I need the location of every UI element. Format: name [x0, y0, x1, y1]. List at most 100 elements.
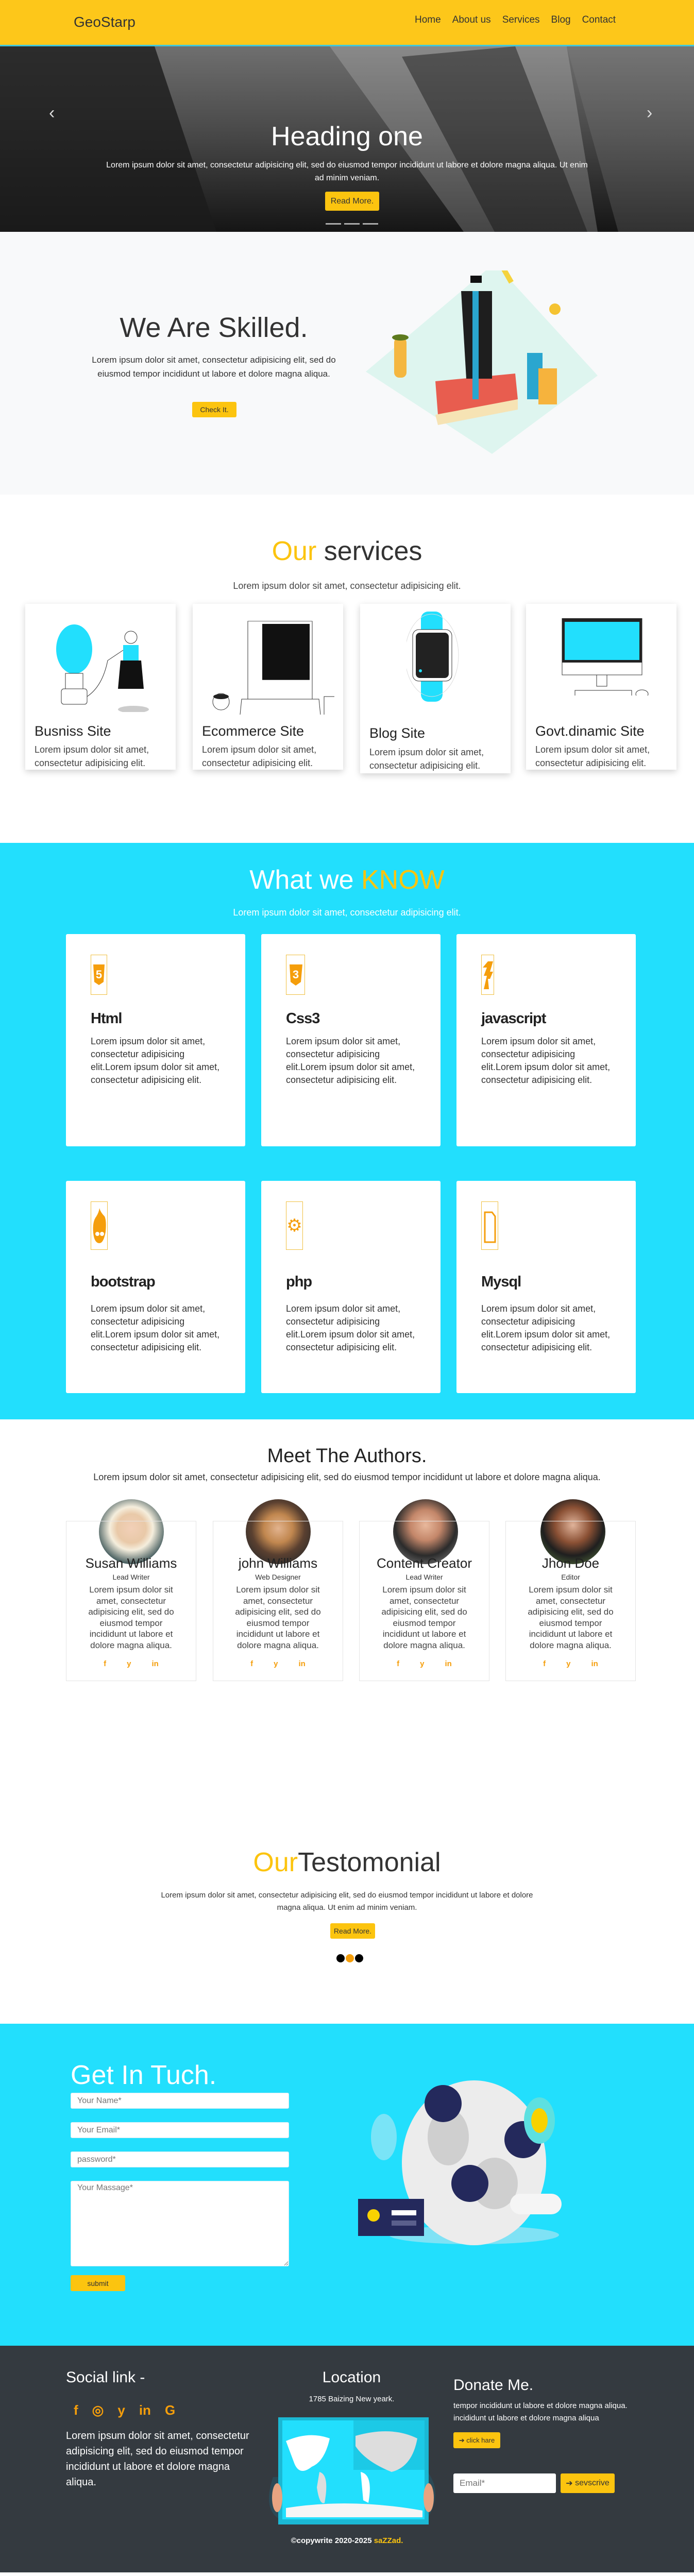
service-card[interactable]: Ecommerce Site Lorem ipsum dolor sit ame… — [193, 604, 343, 770]
service-text: Lorem ipsum dolor sit amet, consectetur … — [369, 747, 484, 771]
subscribe-button[interactable]: ➔ sevscrive — [561, 2473, 615, 2493]
nav-about[interactable]: About us — [452, 14, 491, 26]
author-bio: Lorem ipsum dolor sit amet, consectetur … — [528, 1585, 614, 1650]
donate-button[interactable]: ➔ click hare — [453, 2432, 500, 2448]
check-it-button[interactable]: Check It. — [192, 402, 236, 417]
service-text: Lorem ipsum dolor sit amet, consectetur … — [202, 744, 317, 768]
facebook-icon[interactable]: f — [543, 1659, 546, 1668]
nav-menu: Home About us Services Blog Contact — [415, 14, 616, 26]
footer: Social link - f ◎ y in G Lorem ipsum dol… — [0, 2346, 694, 2572]
linkedin-icon[interactable]: in — [445, 1659, 452, 1668]
submit-button[interactable]: submit — [71, 2275, 125, 2291]
author-bio: Lorem ipsum dolor sit amet, consectetur … — [88, 1585, 174, 1650]
chevron-left-icon[interactable]: ‹ — [49, 103, 55, 123]
skill-title: bootstrap — [91, 1274, 156, 1290]
twitter-icon[interactable]: y — [274, 1659, 278, 1668]
gear-glyph: ⚙ — [286, 1216, 302, 1235]
service-card[interactable]: Blog Site Lorem ipsum dolor sit amet, co… — [360, 604, 511, 773]
author-role: Web Designer — [255, 1573, 301, 1581]
skill-title: Mysql — [481, 1274, 521, 1290]
linkedin-icon[interactable]: in — [152, 1659, 159, 1668]
carousel-indicator[interactable] — [363, 223, 378, 225]
hero-carousel: ‹ › Heading one Lorem ipsum dolor sit am… — [0, 46, 694, 232]
service-title: Govt.dinamic Site — [535, 723, 645, 739]
donate-text: tempor incididunt ut labore et dolore ma… — [453, 2401, 628, 2422]
author-card: Content Creator Lead Writer Lorem ipsum … — [359, 1521, 489, 1681]
service-card[interactable]: Busniss Site Lorem ipsum dolor sit amet,… — [25, 604, 176, 770]
desktop-computer-illustration — [562, 618, 649, 696]
nav-home[interactable]: Home — [415, 14, 441, 26]
instagram-icon[interactable]: ◎ — [92, 2402, 104, 2418]
authors-subtitle: Lorem ipsum dolor sit amet, consectetur … — [93, 1472, 601, 1482]
carousel-indicator[interactable] — [326, 223, 341, 225]
carousel-dot[interactable] — [355, 1954, 363, 1962]
testimonial-dots — [336, 1954, 363, 1962]
name-input[interactable] — [71, 2093, 289, 2109]
svg-text:5: 5 — [96, 968, 102, 981]
svg-text:3: 3 — [292, 968, 298, 981]
subscribe-button-label: sevscrive — [575, 2479, 610, 2487]
social-title: Social link - — [66, 2369, 145, 2386]
services-section: Our services Lorem ipsum dolor sit amet,… — [0, 495, 694, 843]
title-accent: Our — [253, 1848, 298, 1877]
skill-title: php — [286, 1274, 312, 1290]
know-subtitle: Lorem ipsum dolor sit amet, consectetur … — [233, 907, 461, 918]
chevron-right-icon[interactable]: › — [647, 103, 652, 123]
skill-text: Lorem ipsum dolor sit amet, consectetur … — [481, 1303, 611, 1352]
google-icon[interactable]: G — [165, 2402, 175, 2418]
carousel-indicator[interactable] — [344, 223, 360, 225]
facebook-icon[interactable]: f — [397, 1659, 399, 1668]
copyright-author-link[interactable]: saZZad. — [374, 2536, 403, 2545]
email-input[interactable] — [71, 2122, 289, 2138]
contact-title: Get In Tuch. — [71, 2060, 217, 2090]
twitter-icon[interactable]: y — [127, 1659, 131, 1668]
linkedin-icon[interactable]: in — [139, 2402, 151, 2418]
know-title: What we KNOW — [0, 865, 694, 895]
social-text: Lorem ipsum dolor sit amet, consectetur … — [66, 2430, 249, 2488]
linkedin-icon[interactable]: in — [299, 1659, 306, 1668]
facebook-icon[interactable]: f — [104, 1659, 106, 1668]
testimonial-read-more-button[interactable]: Read More. — [330, 1923, 375, 1939]
author-name: john Williams — [238, 1555, 318, 1571]
copyright-text: ©copywrite 2020-2025 — [291, 2536, 374, 2545]
graduation-illustration — [366, 270, 598, 454]
gear-icon: ⚙ — [286, 1201, 303, 1250]
nav-contact[interactable]: Contact — [582, 14, 616, 26]
nav-services[interactable]: Services — [502, 14, 540, 26]
carousel-dot[interactable] — [336, 1954, 345, 1962]
service-title: Blog Site — [369, 725, 426, 741]
skilled-text: Lorem ipsum dolor sit amet, consectetur … — [92, 355, 336, 379]
donate-title: Donate Me. — [453, 2377, 534, 2394]
nav-blog[interactable]: Blog — [551, 14, 571, 26]
global-network-illustration — [358, 2080, 562, 2245]
password-input[interactable] — [71, 2151, 289, 2167]
newsletter-email-input[interactable] — [453, 2473, 556, 2493]
logo[interactable]: GeoStarp — [74, 14, 136, 30]
facebook-icon[interactable]: f — [250, 1659, 253, 1668]
world-map-illustration — [269, 2417, 435, 2524]
twitter-icon[interactable]: y — [566, 1659, 570, 1668]
message-textarea[interactable] — [71, 2181, 289, 2266]
facebook-icon[interactable]: f — [74, 2402, 78, 2418]
twitter-icon[interactable]: y — [420, 1659, 424, 1668]
skill-title: javascript — [481, 1010, 546, 1027]
services-subtitle: Lorem ipsum dolor sit amet, consectetur … — [233, 581, 461, 591]
service-text: Lorem ipsum dolor sit amet, consectetur … — [35, 744, 149, 768]
skill-card: javascript Lorem ipsum dolor sit amet, c… — [456, 934, 636, 1146]
title-accent: KNOW — [361, 865, 445, 895]
smartwatch-illustration — [407, 612, 459, 702]
hero-read-more-button[interactable]: Read More. — [325, 192, 379, 211]
testimonial-title: OurTestomonial — [0, 1847, 694, 1878]
carousel-dot-active[interactable] — [346, 1954, 354, 1962]
authors-title: Meet The Authors. — [267, 1445, 427, 1467]
location-address: 1785 Baizing New yeark. — [309, 2395, 395, 2403]
social-icons: f ◎ y in G — [74, 2402, 175, 2418]
author-role: Lead Writer — [112, 1573, 150, 1581]
skill-card: ⚙ php Lorem ipsum dolor sit amet, consec… — [261, 1181, 441, 1393]
twitter-icon[interactable]: y — [117, 2402, 125, 2418]
service-card[interactable]: Govt.dinamic Site Lorem ipsum dolor sit … — [526, 604, 676, 770]
services-title: Our services — [0, 536, 694, 567]
linkedin-icon[interactable]: in — [591, 1659, 598, 1668]
author-card: john Williams Web Designer Lorem ipsum d… — [213, 1521, 343, 1681]
skills-section: What we KNOW Lorem ipsum dolor sit amet,… — [0, 843, 694, 1419]
